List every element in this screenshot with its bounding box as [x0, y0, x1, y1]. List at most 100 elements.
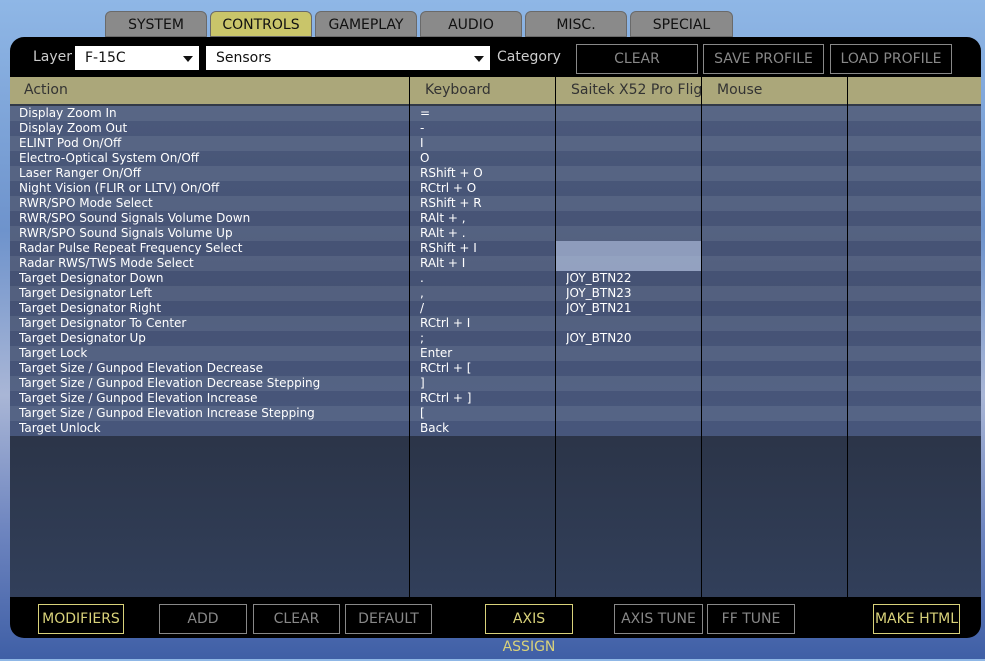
joystick-cell[interactable]	[566, 166, 706, 181]
action-cell[interactable]: Laser Ranger On/Off	[19, 166, 409, 181]
joystick-cell[interactable]	[566, 151, 706, 166]
category-select[interactable]: Sensors	[206, 46, 490, 70]
keyboard-cell[interactable]: RAlt + ,	[420, 211, 550, 226]
action-cell[interactable]: Target Designator To Center	[19, 316, 409, 331]
default-button[interactable]: DEFAULT	[345, 604, 432, 634]
joystick-cell[interactable]	[566, 406, 706, 421]
joystick-cell[interactable]	[566, 211, 706, 226]
keyboard-cell[interactable]: RShift + R	[420, 196, 550, 211]
column-header-action[interactable]: Action	[10, 77, 410, 104]
joystick-cell[interactable]	[566, 376, 706, 391]
table-row[interactable]: RWR/SPO Mode Select RShift + R	[10, 196, 981, 211]
tab-controls[interactable]: CONTROLS	[210, 11, 312, 37]
table-row[interactable]: Electro-Optical System On/Off O	[10, 151, 981, 166]
action-cell[interactable]: RWR/SPO Sound Signals Volume Down	[19, 211, 409, 226]
ff-tune-button[interactable]: FF TUNE	[707, 604, 795, 634]
axis-assign-button[interactable]: AXIS ASSIGN	[485, 604, 573, 655]
make-html-button[interactable]: MAKE HTML	[873, 604, 960, 634]
action-cell[interactable]: Radar Pulse Repeat Frequency Select	[19, 241, 409, 256]
keyboard-cell[interactable]: RAlt + .	[420, 226, 550, 241]
action-cell[interactable]: Target Size / Gunpod Elevation Decrease	[19, 361, 409, 376]
table-row[interactable]: Radar Pulse Repeat Frequency Select RShif…	[10, 241, 981, 256]
keyboard-cell[interactable]: Back	[420, 421, 550, 436]
keyboard-cell[interactable]: /	[420, 301, 550, 316]
action-cell[interactable]: Target Size / Gunpod Elevation Increase	[19, 391, 409, 406]
clear-category-button[interactable]: CLEAR CATEGORY	[576, 44, 698, 95]
keyboard-cell[interactable]: ,	[420, 286, 550, 301]
action-cell[interactable]: Display Zoom In	[19, 106, 409, 121]
tab-gameplay[interactable]: GAMEPLAY	[315, 11, 417, 37]
action-cell[interactable]: RWR/SPO Sound Signals Volume Up	[19, 226, 409, 241]
table-row[interactable]: Target Designator Left, JOY_BTN23	[10, 286, 981, 301]
column-header-keyboard[interactable]: Keyboard	[411, 77, 556, 104]
add-button[interactable]: ADD	[159, 604, 247, 634]
column-header-joystick[interactable]: Saitek X52 Pro Flight	[557, 77, 702, 104]
table-row[interactable]: Target Designator Down. JOY_BTN22	[10, 271, 981, 286]
keyboard-cell[interactable]: RShift + I	[420, 241, 550, 256]
action-cell[interactable]: Target Designator Left	[19, 286, 409, 301]
tab-system[interactable]: SYSTEM	[105, 11, 207, 37]
joystick-cell[interactable]	[566, 106, 706, 121]
action-cell[interactable]: Display Zoom Out	[19, 121, 409, 136]
action-cell[interactable]: Target Designator Down	[19, 271, 409, 286]
joystick-cell[interactable]: JOY_BTN21	[566, 301, 706, 316]
keyboard-cell[interactable]: ]	[420, 376, 550, 391]
keyboard-cell[interactable]: O	[420, 151, 550, 166]
action-cell[interactable]: Target Unlock	[19, 421, 409, 436]
table-row[interactable]: Display Zoom In =	[10, 106, 981, 121]
table-row[interactable]: ELINT Pod On/Off I	[10, 136, 981, 151]
save-profile-as-button[interactable]: SAVE PROFILE AS	[703, 44, 824, 95]
joystick-cell[interactable]	[566, 226, 706, 241]
table-row[interactable]: Night Vision (FLIR or LLTV) On/Off RCtrl …	[10, 181, 981, 196]
keyboard-cell[interactable]: -	[420, 121, 550, 136]
action-cell[interactable]: Night Vision (FLIR or LLTV) On/Off	[19, 181, 409, 196]
clear-button[interactable]: CLEAR	[253, 604, 340, 634]
table-row[interactable]: Target Size / Gunpod Elevation Decrease …	[10, 376, 981, 391]
joystick-cell[interactable]: JOY_BTN23	[566, 286, 706, 301]
table-row[interactable]: Laser Ranger On/Off RShift + O	[10, 166, 981, 181]
table-row[interactable]: Target Designator Right / JOY_BTN21	[10, 301, 981, 316]
keyboard-cell[interactable]: RCtrl + I	[420, 316, 550, 331]
joystick-cell[interactable]	[566, 391, 706, 406]
joystick-cell[interactable]: JOY_BTN22	[566, 271, 706, 286]
tab-audio[interactable]: AUDIO	[420, 11, 522, 37]
joystick-cell[interactable]	[566, 121, 706, 136]
tab-misc[interactable]: MISC.	[525, 11, 627, 37]
joystick-cell[interactable]	[566, 256, 706, 271]
keyboard-cell[interactable]: ;	[420, 331, 550, 346]
keyboard-cell[interactable]: RAlt + I	[420, 256, 550, 271]
action-cell[interactable]: Radar RWS/TWS Mode Select	[19, 256, 409, 271]
layer-select[interactable]: F-15C	[75, 46, 199, 70]
joystick-cell[interactable]	[566, 241, 706, 256]
table-row[interactable]: Target Designator To Center RCtrl + I	[10, 316, 981, 331]
table-row[interactable]: Target Size / Gunpod Elevation Decrease R…	[10, 361, 981, 376]
keyboard-cell[interactable]: Enter	[420, 346, 550, 361]
action-cell[interactable]: Target Size / Gunpod Elevation Decrease …	[19, 376, 409, 391]
keyboard-cell[interactable]: =	[420, 106, 550, 121]
action-cell[interactable]: Electro-Optical System On/Off	[19, 151, 409, 166]
load-profile-button[interactable]: LOAD PROFILE	[830, 44, 952, 74]
table-row[interactable]: Target Unlock Back	[10, 421, 981, 436]
table-row[interactable]: RWR/SPO Sound Signals Volume Down RAlt + …	[10, 211, 981, 226]
action-cell[interactable]: Target Lock	[19, 346, 409, 361]
table-row[interactable]: RWR/SPO Sound Signals Volume Up RAlt + .	[10, 226, 981, 241]
keyboard-cell[interactable]: RShift + O	[420, 166, 550, 181]
joystick-cell[interactable]	[566, 421, 706, 436]
action-cell[interactable]: Target Designator Up	[19, 331, 409, 346]
axis-tune-button[interactable]: AXIS TUNE	[614, 604, 703, 634]
column-header-mouse[interactable]: Mouse	[703, 77, 848, 104]
joystick-cell[interactable]	[566, 361, 706, 376]
table-row[interactable]: Radar RWS/TWS Mode Select RAlt + I	[10, 256, 981, 271]
keyboard-cell[interactable]: I	[420, 136, 550, 151]
keyboard-cell[interactable]: .	[420, 271, 550, 286]
keyboard-cell[interactable]: RCtrl + O	[420, 181, 550, 196]
keyboard-cell[interactable]: [	[420, 406, 550, 421]
joystick-cell[interactable]	[566, 136, 706, 151]
joystick-cell[interactable]: JOY_BTN20	[566, 331, 706, 346]
action-cell[interactable]: RWR/SPO Mode Select	[19, 196, 409, 211]
joystick-cell[interactable]	[566, 346, 706, 361]
joystick-cell[interactable]	[566, 196, 706, 211]
action-cell[interactable]: Target Designator Right	[19, 301, 409, 316]
keyboard-cell[interactable]: RCtrl + ]	[420, 391, 550, 406]
table-row[interactable]: Display Zoom Out -	[10, 121, 981, 136]
